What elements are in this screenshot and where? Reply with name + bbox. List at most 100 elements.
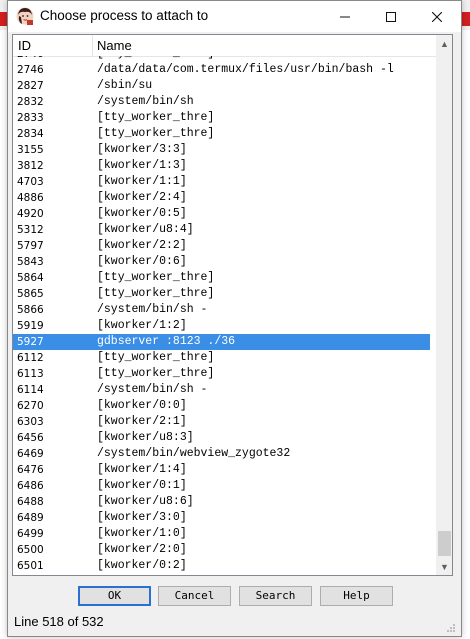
scroll-up-arrow-icon[interactable]: ▲ <box>436 35 452 52</box>
process-id: 5843 <box>17 256 44 268</box>
process-id: 6270 <box>17 400 44 412</box>
process-name: [tty_worker_thre] <box>97 351 215 364</box>
list-row[interactable]: 6476 [kworker/1:4] <box>13 462 430 478</box>
process-name: /system/bin/sh - <box>97 383 208 396</box>
process-id: 5919 <box>17 320 44 332</box>
list-row[interactable]: 4703 [kworker/1:1] <box>13 174 430 190</box>
process-list[interactable]: ID Name 2746 [tty_worker_thre] 2746/data/d… <box>12 34 453 576</box>
process-name: [kworker/1:2] <box>97 319 187 332</box>
process-name: [tty_worker_thre] <box>97 287 215 300</box>
list-row[interactable]: 6456 [kworker/u8:3] <box>13 430 430 446</box>
process-id: 6113 <box>17 368 44 380</box>
process-id: 2834 <box>17 128 44 140</box>
list-rows: 2746 [tty_worker_thre] 2746/data/data/com.… <box>13 56 430 574</box>
process-name: /system/bin/sh - <box>97 303 208 316</box>
process-id: 6486 <box>17 480 44 492</box>
list-row[interactable]: 5843 [kworker/0:6] <box>13 254 430 270</box>
process-id: 4703 <box>17 176 44 188</box>
list-row[interactable]: 4920 [kworker/0:5] <box>13 206 430 222</box>
column-header-name[interactable]: Name <box>97 38 132 53</box>
process-name: [tty_worker_thre] <box>97 127 215 140</box>
close-button[interactable] <box>414 1 460 32</box>
process-name: gdbserver :8123 ./36 <box>97 335 236 348</box>
title-bar[interactable]: Choose process to attach to <box>8 1 461 32</box>
process-name: [tty_worker_thre] <box>97 367 215 380</box>
process-name: [kworker/1:0] <box>97 527 187 540</box>
list-row[interactable]: 2832/system/bin/sh <box>13 94 430 110</box>
list-row[interactable]: 6112 [tty_worker_thre] <box>13 350 430 366</box>
column-header-id[interactable]: ID <box>18 38 31 53</box>
list-row[interactable]: 6500 [kworker/2:0] <box>13 542 430 558</box>
process-name: [kworker/u8:4] <box>97 223 194 236</box>
list-row[interactable]: 6499 [kworker/1:0] <box>13 526 430 542</box>
list-row[interactable]: 5797 [kworker/2:2] <box>13 238 430 254</box>
list-row[interactable]: 6501 [kworker/0:2] <box>13 558 430 574</box>
vertical-scrollbar[interactable]: ▲ ▼ <box>436 35 452 575</box>
list-row[interactable]: 5919 [kworker/1:2] <box>13 318 430 334</box>
process-id: 6499 <box>17 528 44 540</box>
list-header: ID Name <box>13 35 452 57</box>
process-name: [kworker/1:3] <box>97 159 187 172</box>
list-row[interactable]: 2833 [tty_worker_thre] <box>13 110 430 126</box>
list-row[interactable]: 6469/system/bin/webview_zygote32 <box>13 446 430 462</box>
process-name: [kworker/2:0] <box>97 543 187 556</box>
list-row[interactable]: 5312 [kworker/u8:4] <box>13 222 430 238</box>
scrollbar-thumb[interactable] <box>438 531 451 556</box>
list-row[interactable]: 3812 [kworker/1:3] <box>13 158 430 174</box>
process-id: 6488 <box>17 496 44 508</box>
process-name: [kworker/3:0] <box>97 511 187 524</box>
process-name: [kworker/2:4] <box>97 191 187 204</box>
list-row[interactable]: 6114/system/bin/sh - <box>13 382 430 398</box>
list-row[interactable]: 5865 [tty_worker_thre] <box>13 286 430 302</box>
process-id: 2833 <box>17 112 44 124</box>
process-id: 5312 <box>17 224 44 236</box>
process-name: [kworker/u8:6] <box>97 495 194 508</box>
minimize-icon <box>340 16 350 17</box>
resize-grip-icon[interactable] <box>446 623 456 633</box>
list-row[interactable]: 6113 [tty_worker_thre] <box>13 366 430 382</box>
list-row[interactable]: 6270 [kworker/0:0] <box>13 398 430 414</box>
process-name: [kworker/2:1] <box>97 415 187 428</box>
attach-process-dialog: Choose process to attach to ID Name 2746… <box>7 0 462 637</box>
process-id: 5866 <box>17 304 44 316</box>
process-name: /system/bin/webview_zygote32 <box>97 447 291 460</box>
minimize-button[interactable] <box>322 1 368 32</box>
help-button[interactable]: Help <box>320 586 393 606</box>
list-row[interactable]: 5866/system/bin/sh - <box>13 302 430 318</box>
process-id: 2746 <box>17 64 44 76</box>
list-row[interactable]: 4886 [kworker/2:4] <box>13 190 430 206</box>
list-row[interactable]: 2827/sbin/su <box>13 78 430 94</box>
process-id: 2832 <box>17 96 44 108</box>
process-id: 6489 <box>17 512 44 524</box>
background-accent <box>462 12 470 26</box>
list-row[interactable]: 3155 [kworker/3:3] <box>13 142 430 158</box>
status-line: Line 518 of 532 <box>14 614 104 629</box>
list-row[interactable]: 6486 [kworker/0:1] <box>13 478 430 494</box>
list-row-selected[interactable]: 5927 gdbserver :8123 ./36 <box>13 334 430 350</box>
cancel-button[interactable]: Cancel <box>158 586 231 606</box>
list-row[interactable]: 6303 [kworker/2:1] <box>13 414 430 430</box>
process-name: [kworker/u8:3] <box>97 431 194 444</box>
maximize-button[interactable] <box>368 1 414 32</box>
list-row[interactable]: 6489 [kworker/3:0] <box>13 510 430 526</box>
list-row[interactable]: 6488 [kworker/u8:6] <box>13 494 430 510</box>
close-icon <box>432 11 442 22</box>
ok-button[interactable]: OK <box>78 586 151 606</box>
list-row[interactable]: 5864 [tty_worker_thre] <box>13 270 430 286</box>
process-id: 6476 <box>17 464 44 476</box>
process-name: [kworker/0:0] <box>97 399 187 412</box>
column-divider[interactable] <box>92 35 93 56</box>
process-id: 6303 <box>17 416 44 428</box>
process-id: 6112 <box>17 352 44 364</box>
process-name: /sbin/su <box>97 79 153 92</box>
list-row[interactable]: 2746/data/data/com.termux/files/usr/bin/… <box>13 62 430 78</box>
process-id: 4886 <box>17 192 44 204</box>
process-name: [kworker/0:2] <box>97 559 187 572</box>
scroll-down-arrow-icon[interactable]: ▼ <box>436 558 452 575</box>
list-body: 2746 [tty_worker_thre] 2746/data/data/com.… <box>13 56 430 575</box>
process-id: 6114 <box>17 384 44 396</box>
process-id: 2827 <box>17 80 44 92</box>
list-row[interactable]: 2834 [tty_worker_thre] <box>13 126 430 142</box>
search-button[interactable]: Search <box>239 586 312 606</box>
process-id: 3812 <box>17 160 44 172</box>
